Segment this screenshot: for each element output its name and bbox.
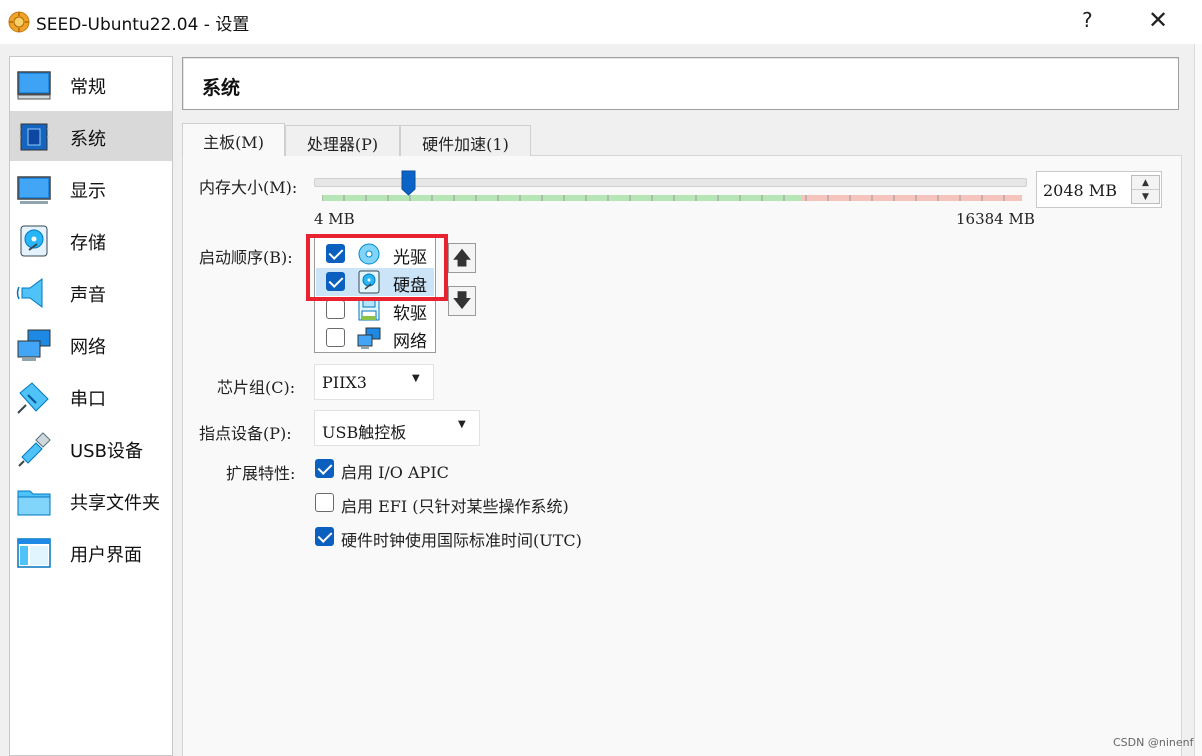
pointing-device-label: 指点设备(P): (199, 424, 292, 443)
shared-folder-icon (17, 490, 51, 516)
boot-order-label: 启动顺序(B): (199, 248, 293, 267)
help-button[interactable]: ? (1082, 8, 1093, 32)
sidebar-item-storage[interactable]: 存储 (10, 215, 172, 265)
extended-features-label: 扩展特性: (226, 464, 296, 483)
serial-port-icon (17, 382, 49, 414)
sidebar-item-label: 用户界面 (70, 545, 142, 566)
sidebar-item-shared-folders[interactable]: 共享文件夹 (10, 475, 172, 525)
sidebar-item-network[interactable]: 网络 (10, 319, 172, 369)
watermark: CSDN @ninenf (1113, 736, 1194, 749)
usb-icon (18, 432, 51, 467)
boot-network-checkbox[interactable] (326, 328, 345, 347)
sidebar-item-label: USB设备 (70, 441, 143, 462)
sidebar-item-label: 系统 (70, 129, 106, 150)
title-bar: SEED-Ubuntu22.04 - 设置 ? ✕ (0, 0, 1202, 44)
settings-sidebar: 常规 系统 显示 存储 声音 网络 串口 USB设备 共享文件夹 用户界面 (9, 56, 173, 756)
memory-size-label: 内存大小(M): (199, 178, 298, 197)
boot-floppy-checkbox[interactable] (326, 300, 345, 319)
memory-stepper[interactable]: ▲ ▼ (1131, 175, 1160, 204)
chipset-label: 芯片组(C): (217, 378, 296, 397)
memory-max-label: 16384 MB (956, 210, 1035, 228)
general-icon (17, 71, 51, 100)
audio-icon (16, 278, 43, 308)
pointing-device-value: USB触控板 (322, 423, 407, 442)
memory-slider-thumb[interactable] (401, 170, 416, 196)
utc-clock-label: 硬件时钟使用国际标准时间(UTC) (341, 531, 582, 550)
decrement-icon[interactable]: ▼ (1132, 190, 1159, 204)
io-apic-checkbox[interactable] (315, 459, 334, 478)
page-header: 系统 (182, 57, 1179, 110)
sidebar-item-label: 网络 (70, 337, 106, 358)
sidebar-item-label: 声音 (70, 285, 106, 306)
virtualbox-app-icon (8, 11, 30, 33)
boot-item-label: 网络 (393, 332, 427, 352)
memory-min-label: 4 MB (314, 210, 355, 228)
sidebar-item-label: 存储 (70, 233, 106, 254)
move-up-button[interactable]: 🡅 (448, 243, 476, 273)
utc-clock-checkbox[interactable] (315, 527, 334, 546)
sidebar-item-usb[interactable]: USB设备 (10, 423, 172, 473)
window-edge (1194, 44, 1202, 756)
system-icon (19, 123, 49, 151)
sidebar-item-serial-port[interactable]: 串口 (10, 371, 172, 421)
sidebar-item-user-interface[interactable]: 用户界面 (10, 527, 172, 577)
efi-checkbox[interactable] (315, 493, 334, 512)
chipset-select[interactable]: PIIX3 ▼ (314, 364, 434, 400)
network-icon (357, 327, 381, 349)
sidebar-item-label: 串口 (70, 389, 106, 410)
io-apic-label: 启用 I/O APIC (341, 463, 449, 482)
user-interface-icon (17, 538, 51, 568)
memory-slider-ticks (322, 195, 1022, 201)
sidebar-item-label: 共享文件夹 (70, 493, 160, 514)
tab-motherboard[interactable]: 主板(M) (182, 123, 285, 156)
tab-acceleration[interactable]: 硬件加速(1) (400, 125, 531, 156)
close-button[interactable]: ✕ (1148, 6, 1168, 34)
sidebar-item-system[interactable]: 系统 (10, 111, 172, 161)
chipset-value: PIIX3 (322, 373, 367, 392)
storage-icon (20, 225, 48, 257)
chevron-down-icon: ▼ (458, 419, 466, 430)
chevron-down-icon: ▼ (412, 373, 420, 384)
memory-value[interactable]: 2048 MB (1043, 181, 1117, 200)
memory-spinbox[interactable]: 2048 MB ▲ ▼ (1036, 171, 1162, 208)
window-title: SEED-Ubuntu22.04 - 设置 (36, 15, 250, 35)
boot-item-label: 软驱 (393, 304, 427, 324)
memory-slider-track[interactable] (314, 178, 1027, 187)
network-icon (17, 329, 51, 361)
sidebar-item-label: 常规 (70, 77, 106, 98)
floppy-icon (358, 299, 380, 321)
tab-processor[interactable]: 处理器(P) (285, 125, 400, 156)
sidebar-item-general[interactable]: 常规 (10, 59, 172, 109)
display-icon (17, 176, 51, 204)
sidebar-item-display[interactable]: 显示 (10, 163, 172, 213)
boot-item-network[interactable]: 网络 (316, 324, 434, 352)
efi-label: 启用 EFI (只针对某些操作系统) (341, 497, 569, 516)
increment-icon[interactable]: ▲ (1132, 176, 1159, 190)
sidebar-item-label: 显示 (70, 181, 106, 202)
sidebar-item-audio[interactable]: 声音 (10, 267, 172, 317)
move-down-button[interactable]: 🡇 (448, 286, 476, 316)
highlight-annotation-box (306, 234, 448, 301)
page-title: 系统 (202, 77, 241, 99)
pointing-device-select[interactable]: USB触控板 ▼ (314, 410, 480, 446)
